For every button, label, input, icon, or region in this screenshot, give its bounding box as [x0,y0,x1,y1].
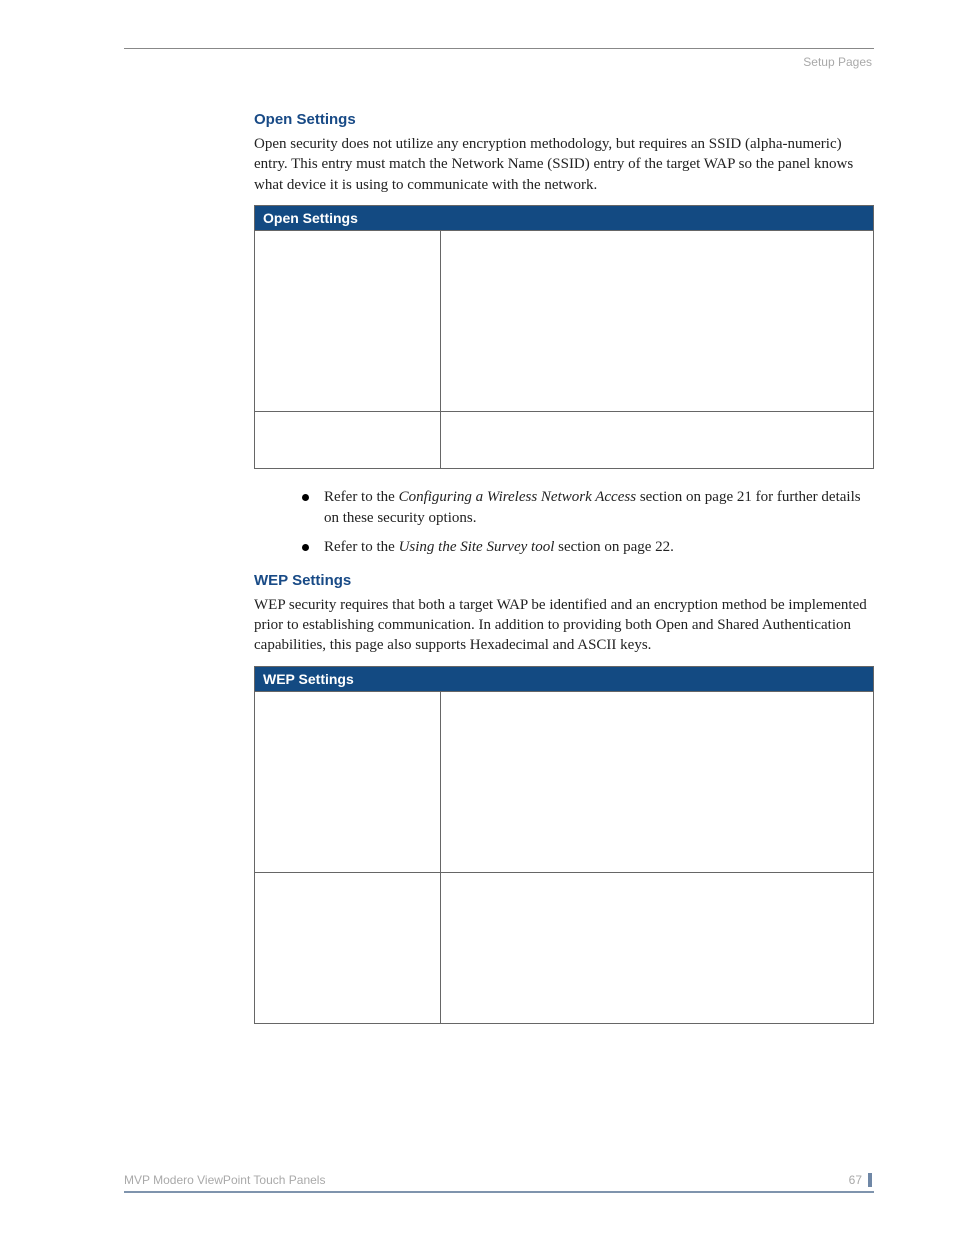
table-cell [255,230,441,411]
footer-doc-title: MVP Modero ViewPoint Touch Panels [124,1173,325,1187]
table-row [255,230,874,411]
bullet-text-emph: Configuring a Wireless Network Access [399,489,637,505]
section2-paragraph: WEP security requires that both a target… [254,595,874,656]
bullet-text-pre: Refer to the [324,539,399,555]
open-settings-table-header: Open Settings [255,205,874,230]
table-cell [440,230,873,411]
reference-bullet-list: Refer to the Configuring a Wireless Netw… [254,487,874,558]
section1-paragraph: Open security does not utilize any encry… [254,134,874,195]
table-row [255,411,874,468]
list-item: Refer to the Using the Site Survey tool … [302,537,874,558]
footer-line: MVP Modero ViewPoint Touch Panels 67 [124,1173,874,1187]
header-rule [124,48,874,49]
table-cell [440,411,873,468]
list-item: Refer to the Configuring a Wireless Netw… [302,487,874,529]
footer-page-number: 67 [849,1173,862,1187]
section-heading-wep-settings: WEP Settings [254,572,874,589]
table-cell [440,872,873,1023]
table-cell [255,872,441,1023]
table-cell [440,691,873,872]
section-heading-open-settings: Open Settings [254,111,874,128]
header-section-label: Setup Pages [124,55,874,69]
bullet-text-emph: Using the Site Survey tool [399,539,555,555]
table-row [255,691,874,872]
table-row [255,872,874,1023]
footer-rule [124,1191,874,1193]
bullet-text-post: section on page 22. [554,539,674,555]
bullet-text-pre: Refer to the [324,489,399,505]
open-settings-table: Open Settings [254,205,874,469]
table-cell [255,691,441,872]
wep-settings-table-header: WEP Settings [255,666,874,691]
page-footer: MVP Modero ViewPoint Touch Panels 67 [124,1173,874,1193]
table-cell [255,411,441,468]
document-page: Setup Pages Open Settings Open security … [0,0,954,1235]
footer-accent-bar [868,1173,872,1187]
wep-settings-table: WEP Settings [254,666,874,1024]
footer-page-wrap: 67 [849,1173,872,1187]
page-content: Open Settings Open security does not uti… [124,111,874,1024]
